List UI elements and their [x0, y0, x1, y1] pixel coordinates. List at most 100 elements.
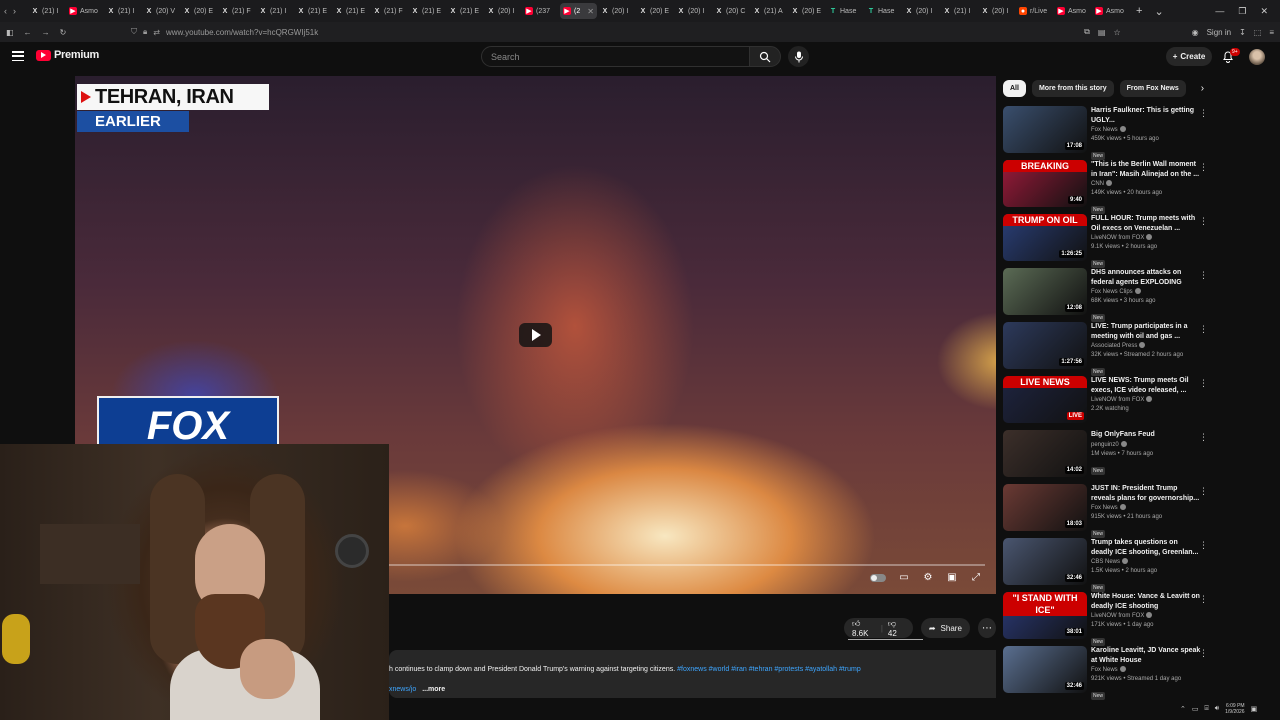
sidebar-toggle-icon[interactable]: ◧	[6, 28, 14, 37]
tray-network-icon[interactable]: ⌸	[1205, 705, 1209, 713]
related-video-channel[interactable]: CNN	[1091, 180, 1201, 189]
shield-icon[interactable]: ⛉	[131, 27, 137, 37]
related-video-channel[interactable]: Fox News Clips	[1091, 288, 1201, 297]
browser-tab[interactable]: ● r/Live	[1016, 3, 1053, 19]
browser-tab[interactable]: X (21) E	[446, 3, 483, 19]
reader-icon[interactable]: ▤	[1098, 28, 1106, 37]
related-video-title[interactable]: Big OnlyFans Feud	[1091, 430, 1201, 440]
maximize-icon[interactable]: ❐	[1238, 6, 1246, 17]
browser-tab[interactable]: X (21) I	[256, 3, 293, 19]
tab-close-icon[interactable]: ✕	[587, 7, 594, 16]
video-thumbnail[interactable]: 1:27:56	[1003, 322, 1087, 369]
browser-tab[interactable]: X (20) E	[636, 3, 673, 19]
filter-chip[interactable]: All	[1003, 80, 1026, 97]
more-options-icon[interactable]: ⋮	[1199, 648, 1208, 659]
extensions-icon[interactable]: ⧉	[1084, 27, 1090, 37]
close-window-icon[interactable]: ✕	[1260, 6, 1268, 17]
video-thumbnail[interactable]: 17:08	[1003, 106, 1087, 153]
tray-clock[interactable]: 6:09 PM 1/9/2026	[1225, 703, 1244, 715]
tray-chevron-icon[interactable]: ⌃	[1180, 705, 1186, 713]
description-box[interactable]: h continues to clamp down and President …	[389, 650, 996, 698]
video-thumbnail[interactable]: "I STAND WITH ICE" 38:01	[1003, 592, 1087, 639]
tray-notification-icon[interactable]: ▣	[1251, 705, 1258, 713]
browser-tab[interactable]: T Hase	[864, 3, 901, 19]
more-options-icon[interactable]: ⋮	[1199, 486, 1208, 497]
description-more-button[interactable]: ...more	[422, 686, 445, 693]
download-icon[interactable]: ↧	[1239, 28, 1246, 37]
related-video-item[interactable]: 32:46 Trump takes questions on deadly ICE…	[1003, 538, 1213, 592]
like-button[interactable]: 👍︎ 8.6K	[852, 619, 876, 638]
video-thumbnail[interactable]: 32:46	[1003, 646, 1087, 693]
video-thumbnail[interactable]: BREAKING 9:40	[1003, 160, 1087, 207]
more-options-icon[interactable]: ⋮	[1199, 324, 1208, 335]
tab-scroll-arrows[interactable]: ‹ ›	[4, 6, 28, 16]
back-icon[interactable]: ←	[24, 28, 32, 37]
more-options-icon[interactable]: ⋮	[1199, 378, 1208, 389]
browser-tab[interactable]: X (21) E	[408, 3, 445, 19]
progress-bar[interactable]	[387, 564, 985, 566]
related-video-item[interactable]: LIVE NEWS LIVE LIVE NEWS: Trump meets Oil …	[1003, 376, 1213, 430]
browser-tab[interactable]: X (20) V	[142, 3, 179, 19]
browser-tab[interactable]: ▶ Asmo	[1054, 3, 1091, 19]
related-video-title[interactable]: Karoline Leavitt, JD Vance speak at Whit…	[1091, 646, 1201, 665]
browser-tab[interactable]: ▶ Asmo	[1092, 3, 1129, 19]
more-options-icon[interactable]: ⋮	[1199, 162, 1208, 173]
related-video-item[interactable]: TRUMP ON OIL 1:26:25 FULL HOUR: Trump meet…	[1003, 214, 1213, 268]
url-field[interactable]: ⛉ 🔒︎ ⇄ www.youtube.com/watch?v=hcQRGWIj5…	[131, 27, 1084, 37]
lock-icon[interactable]: 🔒︎	[143, 27, 147, 37]
more-options-icon[interactable]: ⋮	[1199, 270, 1208, 281]
tune-icon[interactable]: ⇄	[153, 28, 160, 37]
related-video-title[interactable]: DHS announces attacks on federal agents …	[1091, 268, 1201, 287]
video-thumbnail[interactable]: TRUMP ON OIL 1:26:25	[1003, 214, 1087, 261]
tray-monitor-icon[interactable]: ▭	[1192, 705, 1199, 713]
miniplayer-icon[interactable]: ▣	[946, 572, 958, 584]
description-link[interactable]: xnews/jo	[389, 686, 416, 693]
related-video-channel[interactable]: CBS News	[1091, 558, 1201, 567]
voice-search-button[interactable]	[788, 46, 809, 67]
forward-icon[interactable]: →	[42, 28, 50, 37]
related-video-item[interactable]: "I STAND WITH ICE" 38:01 White House: Vanc…	[1003, 592, 1213, 646]
fullscreen-icon[interactable]: ⤢	[970, 572, 982, 584]
browser-tab[interactable]: ▶ (2 ✕	[560, 3, 597, 19]
related-video-channel[interactable]: LiveNOW from FOX	[1091, 612, 1201, 621]
browser-tab[interactable]: X (21) I	[940, 3, 977, 19]
related-video-channel[interactable]: Fox News	[1091, 666, 1201, 675]
related-video-title[interactable]: LIVE NEWS: Trump meets Oil execs, ICE vi…	[1091, 376, 1201, 395]
more-options-icon[interactable]: ⋮	[1199, 432, 1208, 443]
account-avatar[interactable]	[1249, 49, 1265, 65]
related-video-item[interactable]: 18:03 JUST IN: President Trump reveals pl…	[1003, 484, 1213, 538]
more-options-icon[interactable]: ⋮	[1199, 594, 1208, 605]
browser-tab[interactable]: X (20) I	[484, 3, 521, 19]
tab-list-chevron-icon[interactable]: ⌄	[1154, 5, 1163, 18]
extension-puzzle-icon[interactable]: ⬚	[1254, 28, 1262, 37]
related-video-channel[interactable]: LiveNOW from FOX	[1091, 396, 1201, 405]
browser-tab[interactable]: X (21) F	[218, 3, 255, 19]
video-thumbnail[interactable]: 14:02	[1003, 430, 1087, 477]
related-video-channel[interactable]: Fox News	[1091, 504, 1201, 513]
more-options-icon[interactable]: ⋮	[1199, 108, 1208, 119]
browser-tab[interactable]: X (20) E	[180, 3, 217, 19]
play-button[interactable]	[519, 323, 552, 347]
reload-icon[interactable]: ↻	[60, 28, 67, 37]
browser-tab[interactable]: ▶ (237	[522, 3, 559, 19]
related-video-title[interactable]: Harris Faulkner: This is getting UGLY...	[1091, 106, 1201, 125]
related-video-item[interactable]: 14:02 Big OnlyFans Feud penguinz0 1M views …	[1003, 430, 1213, 484]
browser-tab[interactable]: X (21) A	[750, 3, 787, 19]
video-thumbnail[interactable]: 32:46	[1003, 538, 1087, 585]
related-video-title[interactable]: JUST IN: President Trump reveals plans f…	[1091, 484, 1201, 503]
more-actions-button[interactable]: ⋯	[977, 618, 996, 638]
captions-icon[interactable]: ▭	[898, 572, 910, 584]
video-thumbnail[interactable]: 12:08	[1003, 268, 1087, 315]
search-button[interactable]	[749, 46, 781, 67]
signin-link[interactable]: Sign in	[1207, 28, 1231, 37]
more-options-icon[interactable]: ⋮	[1199, 216, 1208, 227]
browser-tab[interactable]: X (21) F	[370, 3, 407, 19]
related-video-title[interactable]: "This is the Berlin Wall moment in Iran"…	[1091, 160, 1201, 179]
chips-next-chevron-icon[interactable]: ›	[1201, 83, 1204, 94]
browser-tab[interactable]: X (20) I	[674, 3, 711, 19]
video-thumbnail[interactable]: 18:03	[1003, 484, 1087, 531]
related-video-item[interactable]: 32:46 Karoline Leavitt, JD Vance speak at…	[1003, 646, 1213, 700]
profile-icon[interactable]: ◉	[1192, 28, 1199, 37]
related-video-item[interactable]: 17:08 Harris Faulkner: This is getting UG…	[1003, 106, 1213, 160]
settings-gear-icon[interactable]: ⚙	[922, 572, 934, 584]
